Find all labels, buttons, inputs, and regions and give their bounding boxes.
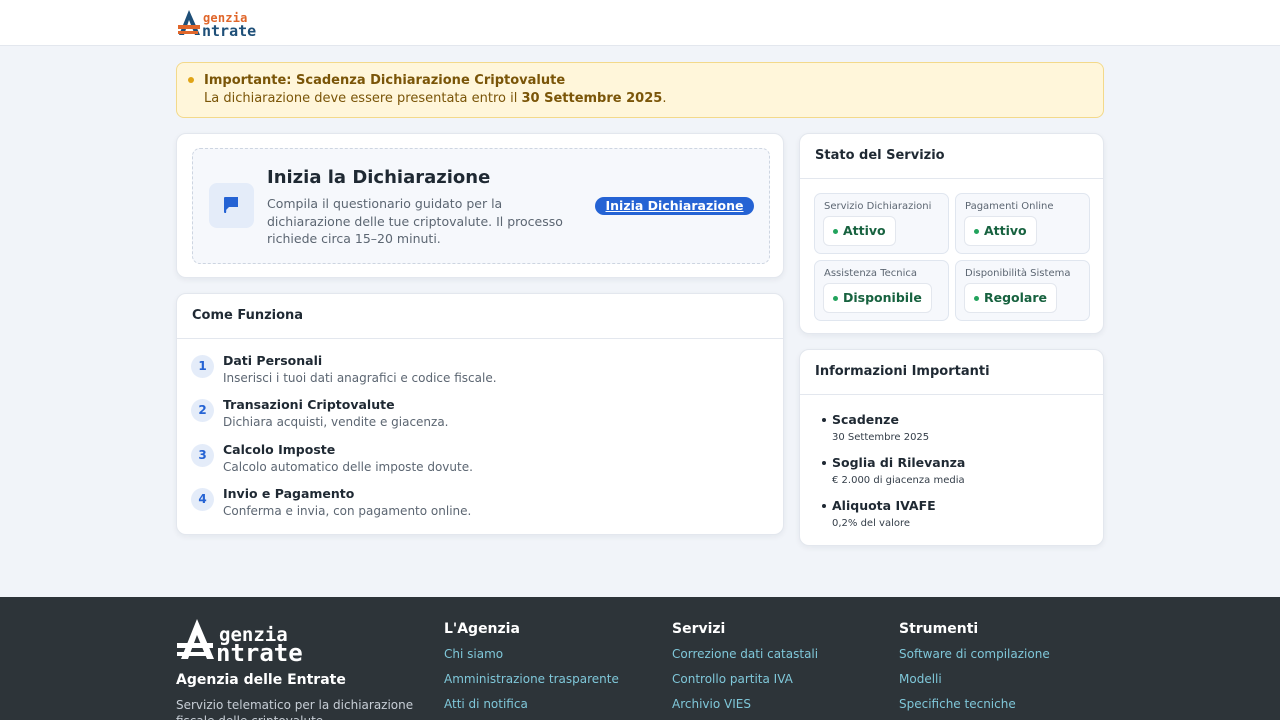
footer-column-title: Strumenti <box>899 621 979 637</box>
bullet-icon <box>822 504 826 508</box>
footer-link[interactable]: Modelli <box>899 672 942 686</box>
status-label: Pagamenti Online <box>965 201 1054 212</box>
flag-icon <box>224 197 238 213</box>
step-number: 2 <box>191 399 214 422</box>
footer-column-servizi: Servizi Correzione dati catastali Contro… <box>672 621 818 711</box>
start-title: Inizia la Dichiarazione <box>267 167 491 188</box>
alert-text: La dichiarazione deve essere presentata … <box>204 91 666 106</box>
alert-text-after: . <box>662 91 667 106</box>
service-status-header: Stato del Servizio <box>800 134 1103 179</box>
info-title: Scadenze <box>832 412 899 427</box>
footer-link[interactable]: Controllo partita IVA <box>672 672 793 686</box>
status-value: Regolare <box>984 290 1048 305</box>
status-ok-dot-icon <box>974 229 979 234</box>
site-footer: genzia ntrate Agenzia delle Entrate Serv… <box>0 597 1280 720</box>
agenzia-entrate-logo[interactable]: genzia ntrate <box>176 8 272 40</box>
status-ok-dot-icon <box>974 296 979 301</box>
step-description: Inserisci i tuoi dati anagrafici e codic… <box>223 371 497 385</box>
footer-link[interactable]: Archivio VIES <box>672 697 751 711</box>
status-value: Disponibile <box>843 290 922 305</box>
service-status-card: Stato del Servizio Servizio Dichiarazion… <box>799 133 1104 334</box>
footer-link[interactable]: Specifiche tecniche <box>899 697 1016 711</box>
step-title: Calcolo Imposte <box>223 442 336 457</box>
info-text: € 2.000 di giacenza media <box>832 475 965 486</box>
top-header: genzia ntrate <box>0 0 1280 46</box>
info-text: 30 Settembre 2025 <box>832 432 930 443</box>
status-label: Disponibilità Sistema <box>965 268 1071 279</box>
alert-dot-icon <box>188 77 194 83</box>
footer-link[interactable]: Correzione dati catastali <box>672 647 818 661</box>
status-badge: Disponibile <box>823 283 932 313</box>
step-item: 1 Dati Personali Inserisci i tuoi dati a… <box>191 353 751 389</box>
step-item: 2 Transazioni Criptovalute Dichiara acqu… <box>191 397 751 433</box>
logo-line-2: ntrate <box>202 22 257 40</box>
status-label: Servizio Dichiarazioni <box>824 201 932 212</box>
status-ok-dot-icon <box>833 296 838 301</box>
status-badge: Attivo <box>964 216 1037 246</box>
deadline-alert: Importante: Scadenza Dichiarazione Cript… <box>176 62 1104 118</box>
footer-description: Servizio telematico per la dichiarazione… <box>176 698 414 720</box>
step-number: 1 <box>191 355 214 378</box>
status-tile: Pagamenti Online Attivo <box>955 193 1090 254</box>
step-title: Transazioni Criptovalute <box>223 397 395 412</box>
status-tile: Disponibilità Sistema Regolare <box>955 260 1090 321</box>
start-declaration-panel: Inizia la Dichiarazione Compila il quest… <box>192 148 770 264</box>
footer-column-title: L'Agenzia <box>444 621 520 637</box>
info-text: 0,2% del valore <box>832 518 911 529</box>
alert-text-before: La dichiarazione deve essere presentata … <box>204 91 522 106</box>
step-item: 4 Invio e Pagamento Conferma e invia, co… <box>191 486 751 522</box>
status-tile: Servizio Dichiarazioni Attivo <box>814 193 949 254</box>
start-declaration-button[interactable]: Inizia Dichiarazione <box>595 197 754 215</box>
bullet-icon <box>822 461 826 465</box>
service-status-title: Stato del Servizio <box>815 148 945 163</box>
how-it-works-card: Come Funziona 1 Dati Personali Inserisci… <box>176 293 784 535</box>
step-title: Dati Personali <box>223 353 323 368</box>
important-info-card: Informazioni Importanti Scadenze 30 Sett… <box>799 349 1104 546</box>
footer-org-name: Agenzia delle Entrate <box>176 672 346 688</box>
footer-logo-line-2: ntrate <box>216 639 303 667</box>
flag-icon-box <box>209 183 254 228</box>
step-item: 3 Calcolo Imposte Calcolo automatico del… <box>191 442 751 478</box>
footer-logo[interactable]: genzia ntrate <box>176 617 326 667</box>
start-description: Compila il questionario guidato per la d… <box>267 196 563 246</box>
status-value: Attivo <box>843 223 886 238</box>
footer-link[interactable]: Amministrazione trasparente <box>444 672 619 686</box>
info-title: Soglia di Rilevanza <box>832 455 966 470</box>
status-value: Attivo <box>984 223 1027 238</box>
how-it-works-header: Come Funziona <box>177 294 783 339</box>
how-it-works-title: Come Funziona <box>192 308 304 323</box>
step-description: Conferma e invia, con pagamento online. <box>223 504 472 518</box>
info-title: Aliquota IVAFE <box>832 498 936 513</box>
alert-deadline: 30 Settembre 2025 <box>521 91 663 106</box>
step-description: Calcolo automatico delle imposte dovute. <box>223 460 473 474</box>
alert-title: Importante: Scadenza Dichiarazione Cript… <box>204 73 566 88</box>
footer-column-title: Servizi <box>672 621 726 637</box>
status-tile: Assistenza Tecnica Disponibile <box>814 260 949 321</box>
step-title: Invio e Pagamento <box>223 486 355 501</box>
bullet-icon <box>822 418 826 422</box>
important-info-title: Informazioni Importanti <box>815 364 990 379</box>
footer-link[interactable]: Chi siamo <box>444 647 503 661</box>
status-badge: Attivo <box>823 216 896 246</box>
status-label: Assistenza Tecnica <box>824 268 918 279</box>
step-number: 3 <box>191 444 214 467</box>
start-declaration-card: Inizia la Dichiarazione Compila il quest… <box>176 133 784 278</box>
status-badge: Regolare <box>964 283 1058 313</box>
footer-link[interactable]: Atti di notifica <box>444 697 528 711</box>
status-ok-dot-icon <box>833 229 838 234</box>
footer-column-agenzia: L'Agenzia Chi siamo Amministrazione tras… <box>444 621 619 711</box>
step-number: 4 <box>191 488 214 511</box>
footer-link[interactable]: Software di compilazione <box>899 647 1050 661</box>
step-description: Dichiara acquisti, vendite e giacenza. <box>223 415 449 429</box>
important-info-header: Informazioni Importanti <box>800 350 1103 395</box>
footer-column-strumenti: Strumenti Software di compilazione Model… <box>899 621 1050 711</box>
